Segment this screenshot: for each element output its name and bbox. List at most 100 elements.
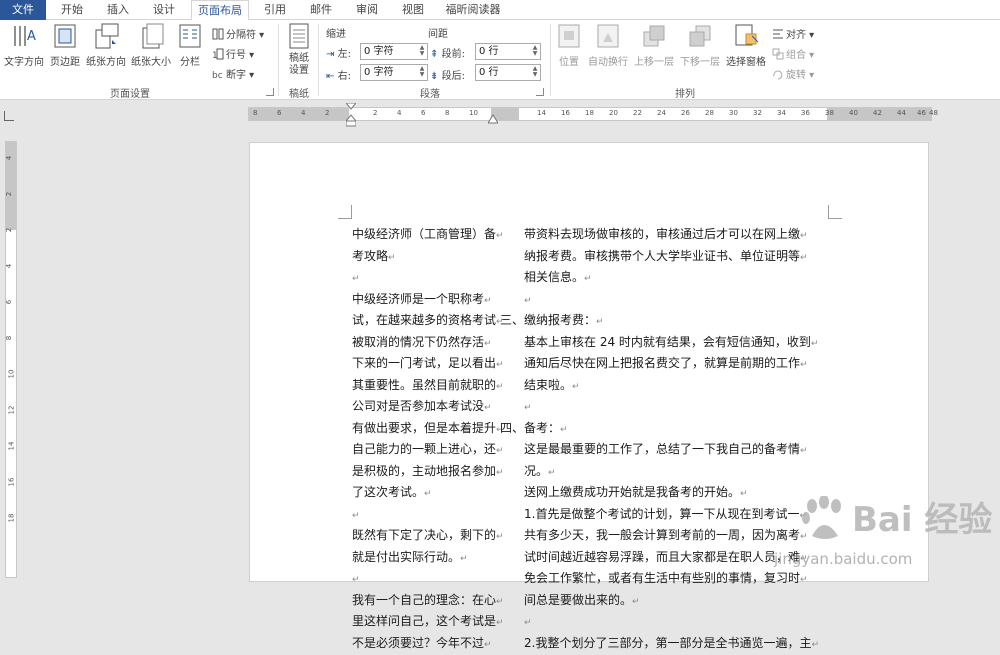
ruler-tick-label: 32 <box>753 109 762 117</box>
group-button[interactable]: 组合 ▾ <box>772 46 814 61</box>
paragraph-mark-icon: ↵ <box>548 468 556 478</box>
tab-review[interactable]: 审阅 <box>347 0 387 20</box>
line-numbers-icon: 1 <box>212 48 224 60</box>
tab-foxit-reader[interactable]: 福昕阅读器 <box>440 0 506 20</box>
ruler-tick-label: 18 <box>585 109 594 117</box>
spinner-icon[interactable]: ▲▼ <box>418 45 426 58</box>
paragraph-mark-icon: ↵ <box>811 339 819 349</box>
paragraph-mark-icon: ↵ <box>424 489 432 499</box>
spacing-before-label: ⇞ 段前: <box>430 45 465 60</box>
line-numbers-button[interactable]: 1行号 ▾ <box>212 46 254 61</box>
document-line: 中级经济师（工商管理）备↵ <box>352 225 502 247</box>
group-divider <box>318 24 319 96</box>
indent-left-input[interactable]: 0 字符▲▼ <box>360 43 428 60</box>
tab-home[interactable]: 开始 <box>52 0 92 20</box>
align-button[interactable]: 对齐 ▾ <box>772 26 814 41</box>
draft-paper-label: 稿纸 设置 <box>284 53 314 77</box>
ruler-tick-label: 40 <box>849 109 858 117</box>
orientation-button[interactable]: 纸张方向 <box>84 22 128 68</box>
baidu-jingyan-watermark: Bai 经验 jingyan.baidu.com <box>760 490 1000 578</box>
ribbon: A 文字方向 页边距 纸张方向 纸张大小 分栏 分隔符 ▾ 1行号 ▾ bc断字… <box>0 20 1000 100</box>
size-label: 纸张大小 <box>131 57 171 68</box>
margins-button[interactable]: 页边距 <box>48 22 82 68</box>
tab-view[interactable]: 视图 <box>393 0 433 20</box>
document-line: 相关信息。↵ <box>524 268 830 290</box>
tab-references[interactable]: 引用 <box>255 0 295 20</box>
document-line: 带资料去现场做审核的，审核通过后才可以在网上缴↵ <box>524 225 830 247</box>
breaks-button[interactable]: 分隔符 ▾ <box>212 26 264 41</box>
document-line: 公司对是否参加本考试没↵ <box>352 397 502 419</box>
breaks-icon <box>212 28 224 40</box>
rotate-icon <box>772 68 784 80</box>
paragraph-mark-icon: ↵ <box>800 360 808 370</box>
breaks-label: 分隔符 <box>226 30 256 41</box>
rotate-button[interactable]: 旋转 ▾ <box>772 66 814 81</box>
tab-insert[interactable]: 插入 <box>98 0 138 20</box>
ruler-row: 8642246810141618202224262830323436384042… <box>0 101 1000 129</box>
right-indent-marker-icon[interactable] <box>488 113 498 125</box>
document-line: 我有一个自己的理念：在心↵ <box>352 591 502 613</box>
document-line: 是积极的，主动地报名参加↵ <box>352 462 502 484</box>
vertical-ruler[interactable]: 4224681012141618 <box>0 129 20 578</box>
page-setup-launcher-icon[interactable] <box>266 88 274 96</box>
crop-mark <box>828 205 842 219</box>
columns-button[interactable]: 分栏 <box>176 22 204 68</box>
wrap-text-button[interactable]: 自动换行 <box>586 22 630 68</box>
selection-pane-button[interactable]: 选择窗格 <box>724 22 768 68</box>
ruler-tick-label: 24 <box>657 109 666 117</box>
selection-pane-icon <box>732 22 760 50</box>
group-divider <box>278 24 279 96</box>
draft-paper-button[interactable]: 稿纸 设置 <box>284 22 314 77</box>
document-line: 基本上审核在 24 时内就有结果，会有短信通知，收到↵ <box>524 333 830 355</box>
paragraph-mark-icon: ↵ <box>352 575 360 585</box>
group-icon <box>772 48 784 60</box>
indent-right-input[interactable]: 0 字符▲▼ <box>360 64 428 81</box>
wrap-text-label: 自动换行 <box>588 57 628 68</box>
ruler-tick-label: 12 <box>7 406 15 415</box>
spacing-after-icon: ⇟ <box>430 71 438 82</box>
spacing-before-input[interactable]: 0 行▲▼ <box>475 43 541 60</box>
columns-label: 分栏 <box>180 57 200 68</box>
paragraph-mark-icon: ↵ <box>496 532 502 542</box>
tab-selector-icon[interactable] <box>4 111 14 121</box>
margins-label: 页边距 <box>50 57 80 68</box>
position-icon <box>555 22 583 50</box>
paragraph-mark-icon: ↵ <box>484 296 492 306</box>
text-direction-button[interactable]: A 文字方向 <box>2 22 46 68</box>
tab-page-layout[interactable]: 页面布局 <box>191 0 249 21</box>
spinner-icon[interactable]: ▲▼ <box>418 66 426 79</box>
orientation-icon <box>92 22 120 50</box>
ruler-tick-label: 18 <box>7 514 15 523</box>
right-column[interactable]: 带资料去现场做审核的，审核通过后才可以在网上缴↵纳报考费。审核携带个人大学毕业证… <box>524 225 830 655</box>
line-numbers-label: 行号 <box>226 50 246 61</box>
left-column[interactable]: 中级经济师（工商管理）备↵考攻略↵↵中级经济师是一个职称考↵试，在越来越多的资格… <box>352 225 502 655</box>
send-backward-button[interactable]: 下移一层 <box>678 22 722 68</box>
paragraph-launcher-icon[interactable] <box>536 88 544 96</box>
document-line: ↵ <box>352 268 502 290</box>
bring-forward-button[interactable]: 上移一层 <box>632 22 676 68</box>
spacing-after-input[interactable]: 0 行▲▼ <box>475 64 541 81</box>
paragraph-mark-icon: ↵ <box>524 296 532 306</box>
spinner-icon[interactable]: ▲▼ <box>531 45 539 58</box>
hyphenation-button[interactable]: bc断字 ▾ <box>212 66 254 81</box>
position-button[interactable]: 位置 <box>554 22 584 68</box>
document-line: ↵ <box>524 290 830 312</box>
ruler-tick-label: 28 <box>705 109 714 117</box>
tab-mailings[interactable]: 邮件 <box>301 0 341 20</box>
document-line: 有做出要求，但是本着提升↵ <box>352 419 502 441</box>
paragraph-mark-icon: ↵ <box>560 425 568 435</box>
ruler-tick-label: 6 <box>5 300 13 304</box>
paragraph-mark-icon: ↵ <box>496 446 502 456</box>
ruler-tick-label: 30 <box>729 109 738 117</box>
align-label: 对齐 <box>786 30 806 41</box>
tab-design[interactable]: 设计 <box>144 0 184 20</box>
ruler-tick-label: 34 <box>777 109 786 117</box>
ruler-tick-label: 8 <box>5 336 13 340</box>
document-line: ↵ <box>524 397 830 419</box>
tab-file[interactable]: 文件 <box>0 0 46 20</box>
align-icon <box>772 28 784 40</box>
indent-title: 缩进 <box>326 25 346 40</box>
spinner-icon[interactable]: ▲▼ <box>531 66 539 79</box>
size-button[interactable]: 纸张大小 <box>129 22 173 68</box>
indent-marker-icon[interactable] <box>346 103 356 127</box>
